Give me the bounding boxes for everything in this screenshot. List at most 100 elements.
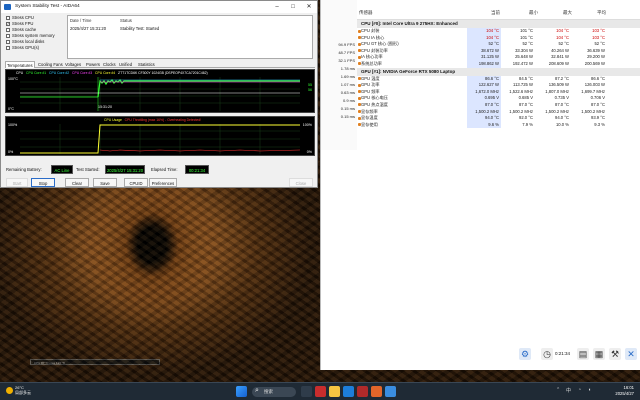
- sensor-value-max: 87.0 °C: [554, 101, 569, 107]
- sensor-row[interactable]: CPU GT 核心 (图形) 52 °C 52 °C 52 °C 52 °C: [357, 41, 640, 48]
- task-view-icon[interactable]: [301, 386, 312, 397]
- clear-button[interactable]: Clear: [65, 178, 89, 187]
- stress-gpu-checkbox[interactable]: Stress GPU(s): [5, 45, 65, 51]
- search-box[interactable]: 搜索: [252, 386, 296, 397]
- left-value: 94.9 FPS: [338, 42, 355, 47]
- sensor-value-min: 0.685 V: [518, 95, 533, 101]
- weather-icon: [6, 387, 13, 394]
- app-icon-orange[interactable]: [371, 386, 382, 397]
- title-bar[interactable]: System Stability Test - AIDA64 – □ ✕: [1, 1, 317, 13]
- sensor-row[interactable]: CPU 封装 104 °C 101 °C 104 °C 103 °C: [357, 28, 640, 35]
- sensor-row[interactable]: GPU 功率 122.627 W 113.725 W 136.509 W 126.003…: [357, 82, 640, 89]
- save-icon[interactable]: ▦: [593, 348, 605, 360]
- sensor-value-max: 94.0 °C: [554, 115, 569, 121]
- file-explorer-icon[interactable]: [329, 386, 340, 397]
- sensor-table: 传感器 当前 最小 最大 平均 CPU [#0]: Intel Core Ult…: [357, 10, 640, 129]
- sensor-value-cur: 1,500.2 MHz: [467, 108, 501, 116]
- sensor-value-avg: 200.569 W: [584, 60, 605, 66]
- sensor-value-cur: 0.695 V: [467, 95, 501, 102]
- start-icon[interactable]: [236, 386, 247, 397]
- test-started-value: 2025/4/27 15:31:20: [105, 165, 145, 174]
- header-current[interactable]: 当前: [491, 10, 500, 16]
- sensor-row[interactable]: GPU 热点温度 87.0 °C 87.0 °C 87.0 °C 87.0 °C: [357, 101, 640, 109]
- volume-icon[interactable]: ◖: [588, 387, 591, 393]
- sensor-row[interactable]: 显存使用 9.6 % 7.9 % 10.0 % 9.3 %: [357, 121, 640, 129]
- settings-icon[interactable]: ⚒: [609, 348, 621, 360]
- wps-icon[interactable]: [315, 386, 326, 397]
- sensor-value-min: 113.725 W: [513, 82, 533, 88]
- tab-unified[interactable]: Unified: [118, 61, 133, 68]
- report-icon[interactable]: ▤: [577, 348, 589, 360]
- sensor-value-min: 92.0 °C: [518, 115, 533, 121]
- sensor-value-cur: 9.6 %: [467, 121, 501, 129]
- right-min-label: 0%: [306, 150, 312, 154]
- sensor-row[interactable]: 显存温度 94.0 °C 92.0 °C 94.0 °C 93.9 °C: [357, 115, 640, 122]
- clock[interactable]: 16:01 2025/4/27: [615, 385, 634, 397]
- sensor-left-column: 94.9 FPS 48.7 FPS 32.1 FPS 1.78 ms 1.69 …: [321, 0, 357, 150]
- header-sensor[interactable]: 传感器: [359, 10, 373, 16]
- sensor-row[interactable]: 显存频率 1,500.2 MHz 1,500.2 MHz 1,500.2 MHz 1,5…: [357, 108, 640, 116]
- chevron-up-icon[interactable]: ⌃: [556, 387, 560, 393]
- sensor-name: IA 核心功率: [361, 54, 383, 60]
- save-button[interactable]: Save: [93, 178, 117, 187]
- left-value: 1.69 ms: [340, 74, 355, 79]
- tab-voltages[interactable]: Voltages: [64, 61, 82, 68]
- header-min[interactable]: 最小: [529, 10, 538, 16]
- weather-widget[interactable]: 26°C 局部多云: [6, 385, 31, 396]
- sensor-row[interactable]: 系统总功率 198.862 W 192.472 W 208.609 W 200.569 …: [357, 60, 640, 68]
- sensor-value-cur: 38.672 W: [467, 47, 501, 55]
- sensor-value-avg: 103 °C: [592, 28, 605, 33]
- header-avg[interactable]: 平均: [597, 10, 606, 16]
- minimize-button[interactable]: –: [269, 1, 285, 13]
- sensor-value-avg: 86.6 °C: [590, 75, 605, 81]
- close-button[interactable]: ✕: [301, 1, 317, 13]
- tab-temperatures[interactable]: Temperatures: [5, 61, 35, 68]
- sensor-name: CPU GT 核心 (图形): [361, 41, 399, 47]
- wifi-icon[interactable]: ◔: [578, 387, 581, 393]
- window-title: System Stability Test - AIDA64: [15, 4, 80, 9]
- preferences-button[interactable]: Preferences: [149, 178, 177, 187]
- sensor-row[interactable]: CPU 封装功率 38.672 W 33.304 W 40.264 W 36.639 W: [357, 47, 640, 55]
- network-icon[interactable]: ⚙: [519, 348, 531, 360]
- sensor-value-cur: 31.125 W: [467, 54, 501, 61]
- sensor-footer: ⚙ ◷ 0:21:34 ▤ ▦ ⚒ ✕: [471, 340, 640, 366]
- sensor-value-max: 52 °C: [558, 41, 569, 47]
- left-value: 0.15 ms: [340, 114, 355, 119]
- sensor-header: 传感器 当前 最小 最大 平均: [357, 10, 640, 20]
- overlay-strip-text: CPU 87 °C max 113 °C: [34, 361, 66, 365]
- stop-button[interactable]: Stop: [31, 178, 55, 187]
- maximize-button[interactable]: □: [285, 1, 301, 13]
- close-icon[interactable]: ✕: [625, 348, 637, 360]
- sensor-name: 显存使用: [361, 121, 378, 127]
- tab-cooling-fans[interactable]: Cooling Fans: [37, 61, 64, 68]
- tab-powers[interactable]: Powers: [85, 61, 101, 68]
- sensor-row[interactable]: IA 核心功率 31.125 W 25.648 W 32.841 W 29.200 W: [357, 54, 640, 61]
- sensor-value-cur: 104 °C: [467, 34, 501, 42]
- close-dialog-button[interactable]: Close: [289, 178, 313, 187]
- sensor-value-max: 136.509 W: [548, 82, 569, 88]
- left-value: 0.9 ms: [342, 98, 355, 103]
- language-indicator[interactable]: 中: [566, 387, 571, 394]
- aida64-taskbar-icon[interactable]: [357, 386, 368, 397]
- sensor-row[interactable]: CPU IA 核心 104 °C 101 °C 104 °C 103 °C: [357, 34, 640, 42]
- sensor-app-icon[interactable]: [385, 386, 396, 397]
- sensor-row[interactable]: GPU 频率 1,672.0 MHz 1,522.6 MHz 1,807.0 MHz 1…: [357, 88, 640, 96]
- sensor-row[interactable]: GPU 核心电压 0.695 V 0.685 V 0.735 V 0.706 V: [357, 95, 640, 102]
- cpuid-button[interactable]: CPUID: [124, 178, 148, 187]
- sensor-window: 94.9 FPS 48.7 FPS 32.1 FPS 1.78 ms 1.69 …: [320, 0, 640, 370]
- clock-date: 2025/4/27: [615, 391, 634, 396]
- tab-clocks[interactable]: Clocks: [102, 61, 117, 68]
- sensor-value-max: 10.0 %: [555, 121, 569, 127]
- sensor-value-max: 87.2 °C: [554, 75, 569, 81]
- elapsed-value: 00:21:34: [185, 165, 209, 174]
- sensor-group-header[interactable]: GPU [#1]: NVIDIA GeForce RTX 5080 Laptop: [357, 67, 640, 76]
- header-max[interactable]: 最大: [563, 10, 572, 16]
- sensor-row[interactable]: GPU 温度 86.6 °C 84.5 °C 87.2 °C 86.6 °C: [357, 75, 640, 83]
- sensor-group-header[interactable]: CPU [#0]: Intel Core Ultra 9 275HX: Enha…: [357, 20, 640, 28]
- left-value: 1.07 ms: [340, 82, 355, 87]
- browser-icon[interactable]: [343, 386, 354, 397]
- start-button[interactable]: Start: [6, 178, 28, 187]
- y-min-label: 0°C: [8, 107, 15, 111]
- sensor-value-avg: 0.706 V: [590, 95, 605, 101]
- tab-statistics[interactable]: Statistics: [137, 61, 156, 68]
